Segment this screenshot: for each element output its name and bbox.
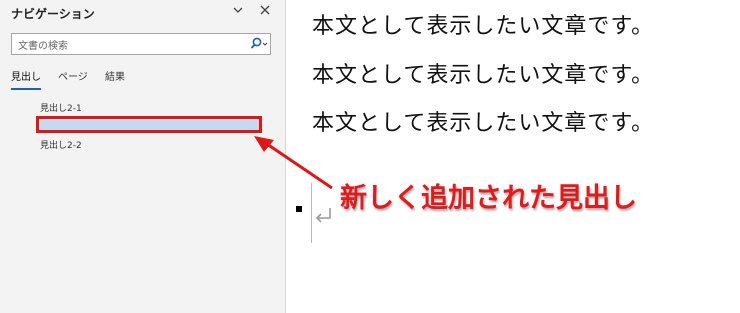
heading-bullet-marker bbox=[296, 206, 302, 212]
body-text-line: 本文として表示したい文章です。 bbox=[312, 111, 655, 136]
tab-headings[interactable]: 見出し bbox=[11, 72, 41, 90]
nav-pane-title: ナビゲーション bbox=[11, 7, 95, 21]
close-icon[interactable] bbox=[258, 3, 272, 17]
new-heading-item-highlighted[interactable] bbox=[36, 116, 262, 133]
search-placeholder: 文書の検索 bbox=[18, 41, 68, 52]
heading-item[interactable]: 見出し2-1 bbox=[40, 101, 82, 114]
heading-item[interactable]: 見出し2-2 bbox=[40, 138, 82, 151]
search-icon[interactable] bbox=[247, 37, 269, 51]
navigation-pane: ナビゲーション 文書の検索 見出し ページ 結果 見出し2-1 見出し2-2 bbox=[0, 0, 286, 313]
search-input[interactable]: 文書の検索 bbox=[11, 33, 271, 55]
chevron-down-icon[interactable] bbox=[231, 3, 245, 17]
tab-pages[interactable]: ページ bbox=[58, 72, 88, 90]
return-arrow-icon bbox=[315, 208, 331, 223]
annotation-label: 新しく追加された見出し bbox=[340, 183, 637, 214]
tab-results[interactable]: 結果 bbox=[105, 72, 125, 90]
body-text-line: 本文として表示したい文章です。 bbox=[312, 14, 655, 39]
nav-tabs: 見出し ページ 結果 bbox=[11, 72, 271, 94]
annotation-arrow bbox=[254, 136, 333, 190]
body-text-line: 本文として表示したい文章です。 bbox=[312, 63, 655, 88]
